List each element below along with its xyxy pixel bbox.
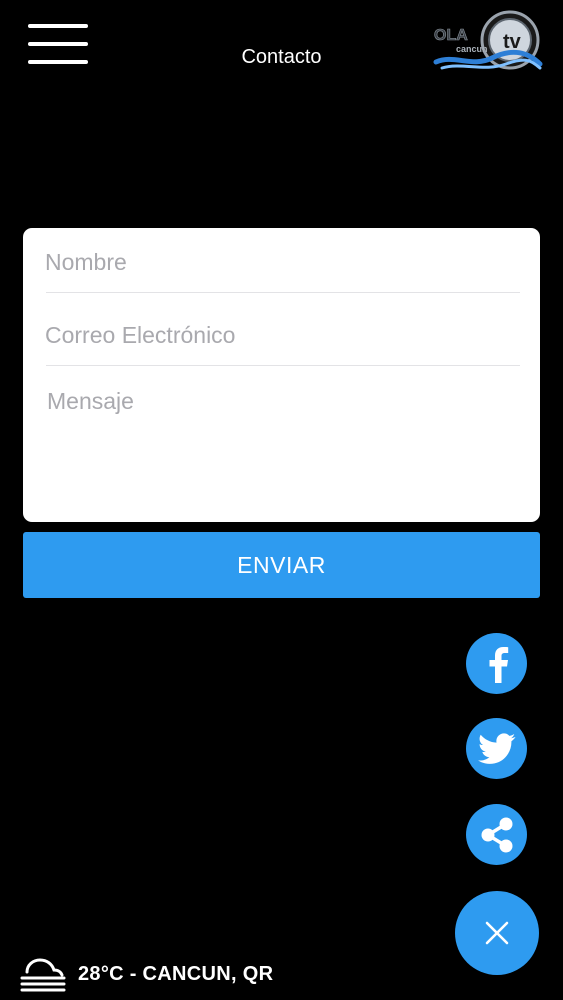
contact-form (23, 228, 540, 522)
svg-text:tv: tv (503, 31, 522, 53)
email-input[interactable] (45, 315, 520, 355)
close-button[interactable] (455, 891, 539, 975)
twitter-button[interactable] (466, 718, 527, 779)
name-input[interactable] (45, 242, 520, 282)
fog-icon (20, 958, 66, 992)
close-icon (485, 921, 509, 945)
svg-text:cancun: cancun (456, 44, 488, 54)
divider (46, 365, 520, 366)
share-button[interactable] (466, 804, 527, 865)
weather-text: 28°C - CANCUN, QR (78, 962, 274, 985)
send-button[interactable]: ENVIAR (23, 532, 540, 598)
svg-text:OLA: OLA (434, 27, 468, 44)
share-icon (481, 817, 512, 852)
divider (46, 292, 520, 293)
ola-cancun-tv-logo: tv OLA cancun (433, 10, 543, 70)
message-textarea[interactable] (47, 388, 522, 506)
facebook-icon (489, 646, 508, 683)
twitter-icon (477, 732, 515, 764)
weather-widget: 28°C - CANCUN, QR (18, 948, 273, 1000)
facebook-button[interactable] (466, 633, 527, 694)
